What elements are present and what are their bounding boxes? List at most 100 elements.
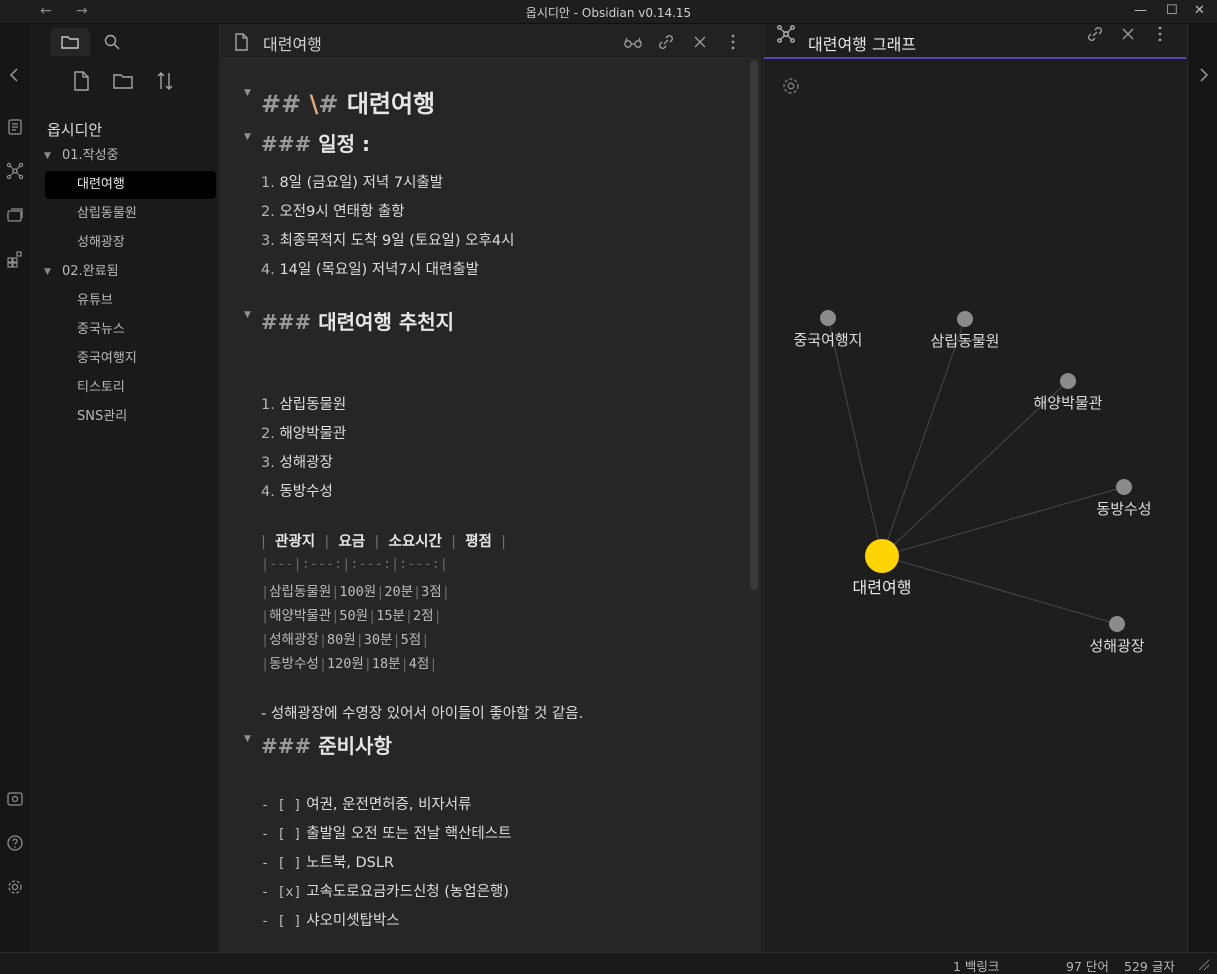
- vault-switcher-icon[interactable]: [6, 790, 24, 808]
- checklist-item[interactable]: - [ ] 여권, 운전면허증, 비자서류: [261, 793, 471, 814]
- backlinks-count[interactable]: 1 백링크: [953, 956, 999, 974]
- table-cell: 20분: [384, 584, 414, 600]
- list-item: 3. 최종목적지 도착 9일 (토요일) 오후4시: [261, 229, 514, 250]
- editor-scrollbar[interactable]: [750, 60, 758, 590]
- graph-canvas[interactable]: 중국여행지 삼립동물원해양박물관동방수성성해광장 대련여행: [764, 24, 1187, 952]
- list-item: 3. 성해광장: [261, 451, 333, 472]
- checklist-text: 여권, 운전면허증, 비자서류: [306, 797, 472, 813]
- checkbox-markup[interactable]: - [x]: [261, 884, 302, 900]
- tree-file[interactable]: 유튜브: [45, 287, 216, 315]
- reading-view-glasses-icon[interactable]: [623, 32, 643, 52]
- checklist-text: 샤오미셋탑박스: [306, 913, 400, 929]
- fold-arrow-icon[interactable]: ▼: [244, 310, 251, 320]
- list-number: 1.: [261, 397, 275, 413]
- table-cell: 2점: [413, 608, 434, 624]
- list-number: 4.: [261, 484, 275, 500]
- collapse-left-icon[interactable]: [6, 66, 24, 84]
- checkbox-markup[interactable]: - [ ]: [261, 826, 302, 842]
- graph-edge: [881, 555, 1118, 625]
- checkbox-markup[interactable]: - [ ]: [261, 855, 302, 871]
- tab-search[interactable]: [92, 28, 132, 56]
- table-cell: 50원: [339, 608, 369, 624]
- fold-arrow-icon[interactable]: ▼: [244, 734, 251, 744]
- list-number: 2.: [261, 426, 275, 442]
- table-header-row: | 관광지 | 요금 | 소요시간 | 평점 |: [261, 534, 506, 550]
- tree-file[interactable]: 중국여행지: [45, 345, 216, 373]
- table-cell: 성해광장: [269, 632, 319, 648]
- tree-file[interactable]: 중국뉴스: [45, 316, 216, 344]
- checklist-text: 노트북, DSLR: [306, 855, 395, 871]
- sort-icon[interactable]: [154, 70, 176, 92]
- graph-center-node[interactable]: [865, 539, 899, 573]
- tree-file[interactable]: 성해광장: [45, 229, 216, 257]
- chevron-down-icon[interactable]: ▼: [44, 258, 51, 286]
- checkbox-markup[interactable]: - [ ]: [261, 913, 302, 929]
- maximize-button[interactable]: ☐: [1166, 3, 1178, 18]
- table-cell: 동방수성: [269, 656, 319, 672]
- checklist-item[interactable]: - [ ] 샤오미셋탑박스: [261, 909, 400, 930]
- graph-view-icon[interactable]: [6, 162, 24, 180]
- heading-markup: ##: [261, 90, 302, 118]
- new-folder-icon[interactable]: [112, 70, 134, 92]
- resize-grip-icon[interactable]: [1196, 957, 1210, 971]
- chevron-down-icon[interactable]: ▼: [44, 142, 51, 170]
- graph-node-label: 동방수성: [1096, 500, 1151, 518]
- table-separator: |---|:---:|:---:|:---:|: [261, 556, 448, 572]
- sidebar-tabs: [30, 24, 219, 56]
- help-icon[interactable]: [6, 834, 24, 852]
- tree-folder[interactable]: ▼ 01.작성중: [44, 142, 119, 170]
- list-text: 삼립동물원: [279, 397, 347, 413]
- table-cell: 120원: [326, 656, 364, 672]
- list-number: 4.: [261, 262, 275, 278]
- tree-file[interactable]: 대련여행: [45, 171, 216, 199]
- graph-node[interactable]: [957, 311, 973, 327]
- tree-file[interactable]: SNS관리: [45, 403, 216, 431]
- list-text: 해양박물관: [279, 426, 347, 442]
- close-icon[interactable]: [690, 32, 710, 52]
- minimize-button[interactable]: —: [1134, 3, 1147, 18]
- editor-pane: 대련여행 ▼ ## \# 대련여행 ▼ ### 일정 : 1. 8일 (금요일)…: [221, 24, 761, 952]
- close-button[interactable]: ✕: [1194, 3, 1205, 18]
- heading-markup: ###: [261, 310, 312, 334]
- list-item: 1. 삼립동물원: [261, 393, 346, 414]
- graph-pane: 대련여행 그래프 중국여행지 삼립동물원 해양박물관 동방수성 성해광장 대련여행: [763, 24, 1186, 952]
- graph-node[interactable]: [820, 310, 836, 326]
- graph-node[interactable]: [1060, 373, 1076, 389]
- list-text: 최종목적지 도착 9일 (토요일) 오후4시: [279, 233, 515, 249]
- editor-content[interactable]: ▼ ## \# 대련여행 ▼ ### 일정 : 1. 8일 (금요일) 저녁 7…: [221, 60, 761, 952]
- graph-node[interactable]: [1109, 616, 1125, 632]
- tree-file[interactable]: 삼립동물원: [45, 200, 216, 228]
- table-cell: 100원: [339, 584, 377, 600]
- checklist-item[interactable]: - [x] 고속도로요금카드신청 (농업은행): [261, 880, 509, 901]
- tree-folder[interactable]: ▼ 02.완료됨: [44, 258, 119, 286]
- checkbox-markup[interactable]: - [ ]: [261, 797, 302, 813]
- table-row: |삼립동물원|100원|20분|3점|: [261, 584, 450, 600]
- table-cell: 18분: [371, 656, 401, 672]
- graph-node-label: 해양박물관: [1033, 394, 1102, 412]
- heading-text: 준비사항: [318, 734, 392, 758]
- list-item: 4. 14일 (목요일) 저녁7시 대련출발: [261, 258, 479, 279]
- more-options-icon[interactable]: [723, 32, 743, 52]
- link-icon[interactable]: [656, 32, 676, 52]
- table-cell: 3점: [421, 584, 442, 600]
- list-number: 3.: [261, 233, 275, 249]
- checklist-item[interactable]: - [ ] 출발일 오전 또는 전날 핵산테스트: [261, 822, 511, 843]
- tree-item-label: 대련여행: [77, 177, 125, 192]
- fold-arrow-icon[interactable]: ▼: [244, 88, 251, 98]
- plugins-icon[interactable]: [6, 250, 24, 268]
- command-palette-icon[interactable]: [6, 118, 24, 136]
- list-text: 오전9시 연태항 출항: [279, 204, 405, 220]
- table-cell: 4점: [408, 656, 430, 672]
- fold-arrow-icon[interactable]: ▼: [244, 132, 251, 142]
- title-bar: ← → 옵시디안 - Obsidian v0.14.15 — ☐ ✕: [0, 0, 1217, 24]
- tab-file-explorer[interactable]: [50, 28, 90, 56]
- graph-node[interactable]: [1116, 479, 1132, 495]
- tree-item-label: 성해광장: [77, 235, 125, 250]
- checklist-item[interactable]: - [ ] 노트북, DSLR: [261, 851, 394, 872]
- tree-file[interactable]: 티스토리: [45, 374, 216, 402]
- new-note-icon[interactable]: [70, 70, 92, 92]
- heading-schedule: ### 일정 :: [261, 128, 370, 157]
- settings-gear-icon[interactable]: [6, 878, 24, 896]
- templates-icon[interactable]: [6, 206, 24, 224]
- collapse-right-icon[interactable]: [1194, 66, 1212, 84]
